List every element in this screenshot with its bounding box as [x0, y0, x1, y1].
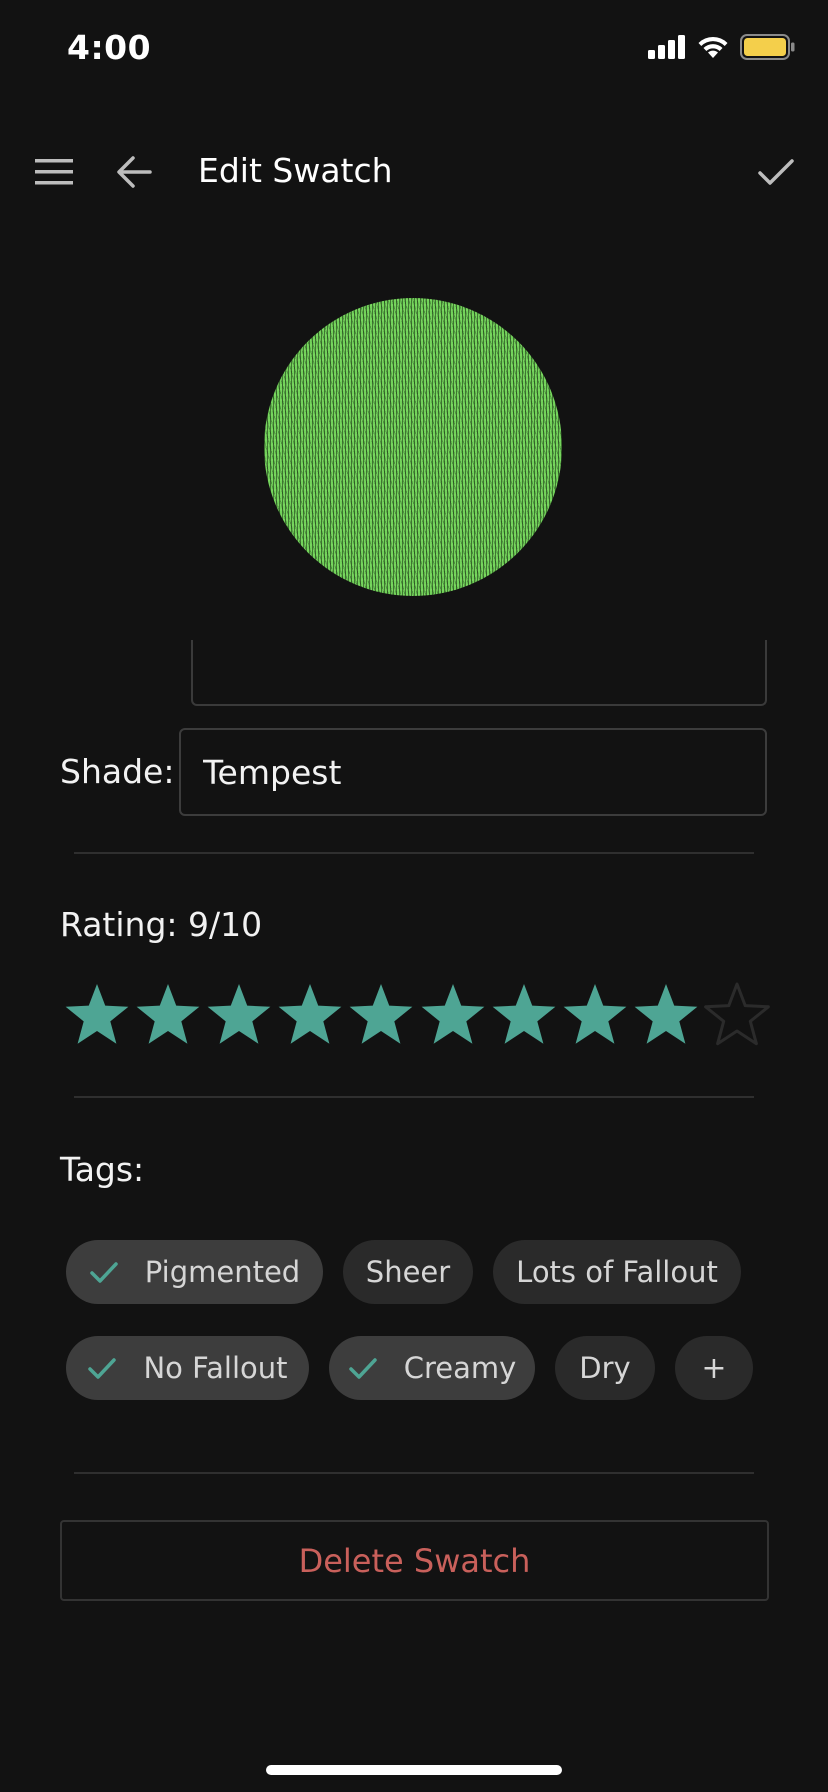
- hamburger-menu-button[interactable]: [30, 148, 78, 196]
- star-filled-icon[interactable]: [204, 980, 274, 1050]
- tag-chip-lots-of-fallout[interactable]: Lots of Fallout: [493, 1240, 741, 1304]
- wifi-icon: [698, 36, 728, 58]
- tag-chip-sheer[interactable]: Sheer: [343, 1240, 473, 1304]
- tag-chip-label: Pigmented: [144, 1255, 301, 1289]
- divider: [74, 852, 754, 854]
- star-empty-icon[interactable]: [702, 980, 772, 1050]
- arrow-left-icon: [117, 156, 152, 188]
- tag-chip-label: Dry: [579, 1351, 631, 1385]
- hamburger-menu-icon: [35, 159, 73, 185]
- star-filled-icon[interactable]: [133, 980, 203, 1050]
- divider: [74, 1096, 754, 1098]
- tag-chip-label: Sheer: [365, 1255, 451, 1289]
- back-button[interactable]: [110, 148, 158, 196]
- status-bar: 4:00: [0, 0, 828, 100]
- star-filled-icon[interactable]: [560, 980, 630, 1050]
- battery-icon: [740, 34, 795, 60]
- tags-label: Tags:: [60, 1150, 145, 1189]
- add-tag-label: +: [701, 1350, 727, 1386]
- star-filled-icon[interactable]: [489, 980, 559, 1050]
- shade-input[interactable]: [179, 728, 767, 816]
- star-filled-icon[interactable]: [418, 980, 488, 1050]
- brand-field[interactable]: [191, 640, 767, 706]
- add-tag-button[interactable]: +: [675, 1336, 753, 1400]
- check-icon: [88, 1358, 117, 1379]
- tag-chip-label: No Fallout: [143, 1351, 288, 1385]
- status-time: 4:00: [67, 28, 152, 67]
- delete-swatch-label: Delete Swatch: [298, 1541, 531, 1580]
- save-button[interactable]: [752, 148, 800, 196]
- star-filled-icon[interactable]: [62, 980, 132, 1050]
- star-filled-icon[interactable]: [631, 980, 701, 1050]
- tag-chip-label: Lots of Fallout: [516, 1255, 718, 1289]
- rating-label: Rating: 9/10: [60, 905, 263, 944]
- swatch-preview[interactable]: [264, 298, 562, 596]
- signal-icon: [648, 35, 685, 59]
- home-indicator[interactable]: [266, 1765, 562, 1775]
- tag-chip-creamy[interactable]: Creamy: [329, 1336, 535, 1400]
- check-icon: [348, 1358, 377, 1379]
- shade-label: Shade:: [60, 752, 175, 791]
- divider: [74, 1472, 754, 1474]
- rating-stars: [62, 980, 772, 1050]
- tag-chip-pigmented[interactable]: Pigmented: [66, 1240, 323, 1304]
- tag-chip-label: Creamy: [403, 1351, 517, 1385]
- page-title: Edit Swatch: [198, 151, 393, 190]
- tag-chip-no-fallout[interactable]: No Fallout: [66, 1336, 309, 1400]
- check-icon: [90, 1262, 118, 1283]
- star-filled-icon[interactable]: [346, 980, 416, 1050]
- tag-chip-dry[interactable]: Dry: [555, 1336, 655, 1400]
- status-icons: [648, 34, 796, 60]
- delete-swatch-button[interactable]: Delete Swatch: [60, 1520, 769, 1601]
- star-filled-icon[interactable]: [275, 980, 345, 1050]
- checkmark-icon: [758, 159, 794, 185]
